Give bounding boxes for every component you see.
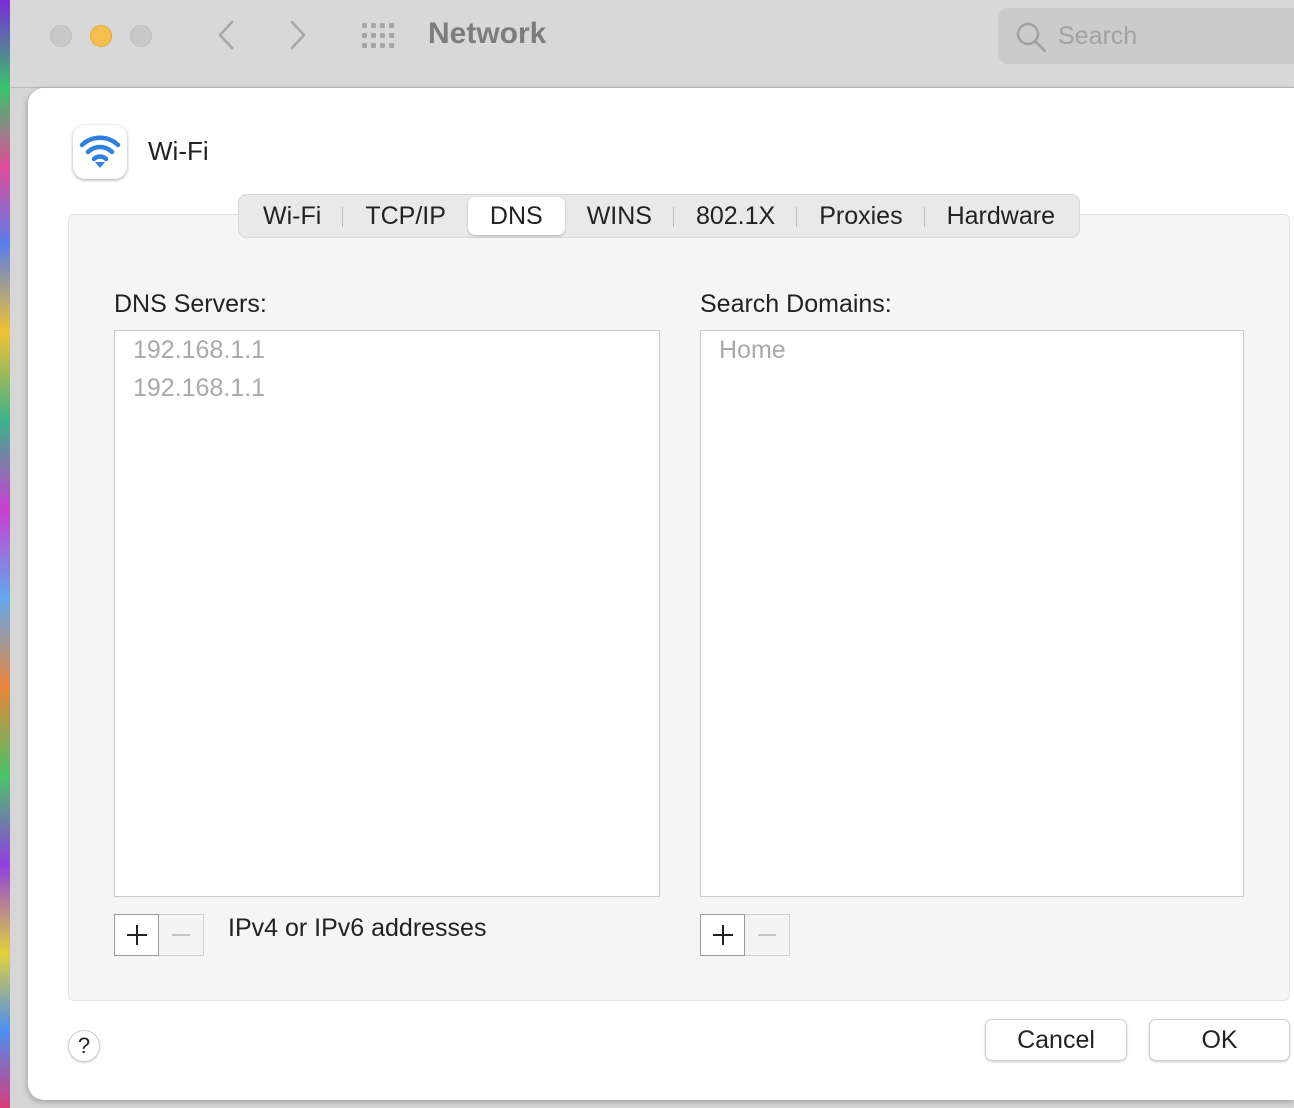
interface-name: Wi-Fi: [148, 136, 209, 166]
tab-dns[interactable]: DNS: [467, 197, 565, 235]
title-bar: Network: [10, 0, 1294, 88]
remove-search-domain-button[interactable]: [745, 914, 790, 956]
remove-dns-server-button[interactable]: [159, 914, 204, 956]
ok-button[interactable]: OK: [1149, 1019, 1290, 1061]
window-title: Network: [428, 17, 547, 50]
close-window-button[interactable]: [50, 25, 72, 47]
help-button[interactable]: ?: [68, 1030, 100, 1062]
grid-icon: [362, 23, 394, 48]
minus-icon: [172, 934, 190, 936]
dns-servers-controls: [114, 914, 204, 956]
dns-servers-list[interactable]: 192.168.1.1 192.168.1.1: [114, 330, 660, 897]
tab-8021x[interactable]: 802.1X: [674, 197, 798, 235]
add-dns-server-button[interactable]: [114, 914, 159, 956]
forward-button[interactable]: [284, 18, 314, 52]
show-all-button[interactable]: [360, 22, 400, 50]
minus-icon: [758, 934, 776, 936]
list-item[interactable]: Home: [701, 331, 1243, 369]
zoom-window-button[interactable]: [130, 25, 152, 47]
search-icon: [1016, 22, 1047, 53]
dns-settings-sheet: Wi-Fi Wi-Fi TCP/IP DNS WINS 802.1X Proxi…: [28, 88, 1294, 1100]
search-field[interactable]: [998, 8, 1294, 64]
tab-bar: Wi-Fi TCP/IP DNS WINS 802.1X Proxies Har…: [238, 194, 1080, 238]
tab-proxies[interactable]: Proxies: [797, 197, 925, 235]
minimize-window-button[interactable]: [90, 25, 112, 47]
tab-wins[interactable]: WINS: [565, 197, 675, 235]
search-domains-list[interactable]: Home: [700, 330, 1244, 897]
plus-icon: [712, 925, 733, 945]
tab-tcpip[interactable]: TCP/IP: [343, 197, 468, 235]
dns-hint-text: IPv4 or IPv6 addresses: [228, 914, 487, 942]
question-icon: ?: [77, 1033, 91, 1058]
tab-hardware[interactable]: Hardware: [925, 197, 1077, 235]
chevron-right-icon: [290, 20, 306, 50]
add-search-domain-button[interactable]: [700, 914, 745, 956]
dns-servers-label: DNS Servers:: [114, 290, 267, 318]
search-domains-controls: [700, 914, 790, 956]
cancel-button[interactable]: Cancel: [985, 1019, 1127, 1061]
list-item[interactable]: 192.168.1.1: [115, 331, 659, 369]
search-domains-label: Search Domains:: [700, 290, 892, 318]
plus-icon: [126, 925, 147, 945]
interface-icon: [73, 125, 127, 179]
back-button[interactable]: [210, 18, 240, 52]
chevron-left-icon: [218, 20, 234, 50]
wifi-icon: [79, 135, 121, 168]
search-input[interactable]: [1058, 20, 1288, 52]
list-item[interactable]: 192.168.1.1: [115, 369, 659, 407]
tab-wifi[interactable]: Wi-Fi: [241, 197, 344, 235]
